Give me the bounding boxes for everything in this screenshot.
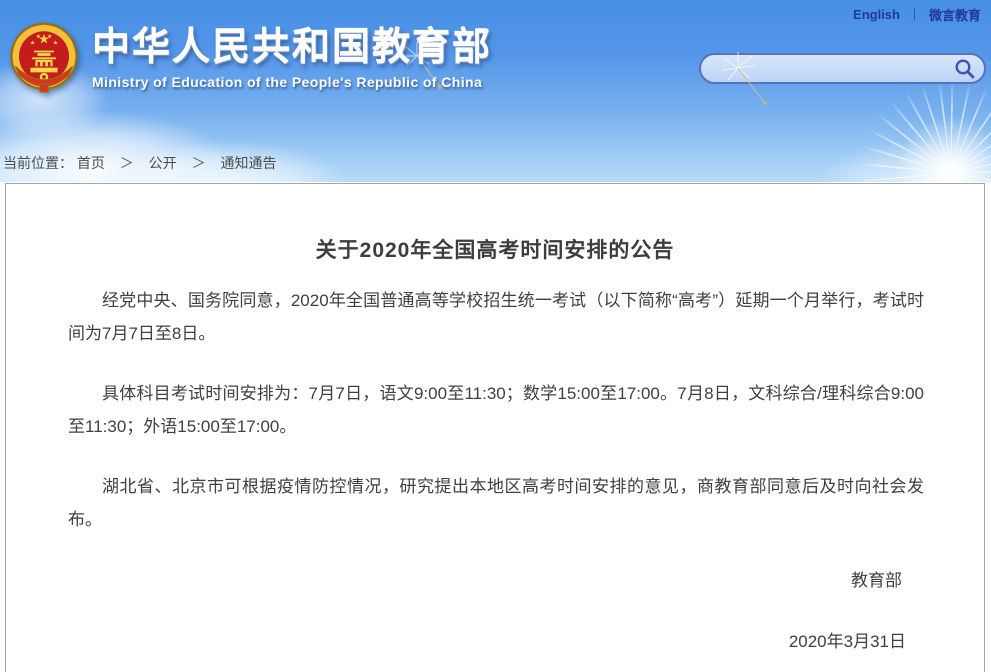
breadcrumb: 当前位置： 首页 ＞ 公开 ＞ 通知通告 <box>3 153 276 173</box>
breadcrumb-separator: ＞ <box>120 155 134 171</box>
article-date: 2020年3月31日 <box>68 625 924 658</box>
article-paragraph-3: 湖北省、北京市可根据疫情防控情况，研究提出本地区高考时间安排的意见，商教育部同意… <box>68 470 924 536</box>
search-button[interactable] <box>952 55 984 82</box>
article-title: 关于2020年全国高考时间安排的公告 <box>6 184 984 264</box>
top-link-english[interactable]: English <box>853 7 900 22</box>
article-panel: 关于2020年全国高考时间安排的公告 经党中央、国务院同意，2020年全国普通高… <box>5 183 985 672</box>
site-title: 中华人民共和国教育部 <box>92 27 492 69</box>
topbar-divider <box>914 8 915 21</box>
breadcrumb-item-tongzhitonggao[interactable]: 通知通告 <box>220 155 276 171</box>
breadcrumb-item-gongkai[interactable]: 公开 <box>149 155 177 171</box>
brand-text: 中华人民共和国教育部 Ministry of Education of the … <box>92 22 492 90</box>
article-body: 经党中央、国务院同意，2020年全国普通高等学校招生统一考试（以下简称“高考”）… <box>68 284 924 658</box>
search-box <box>699 53 986 84</box>
breadcrumb-separator: ＞ <box>192 155 206 171</box>
search-icon <box>954 58 976 80</box>
site-subtitle: Ministry of Education of the People's Re… <box>92 74 492 90</box>
national-emblem-logo <box>8 22 80 102</box>
site-header: English 微言教育 <box>0 0 991 182</box>
top-link-weiyan-jiaoyu[interactable]: 微言教育 <box>929 5 981 24</box>
topbar: English 微言教育 <box>853 5 981 24</box>
article-paragraph-1: 经党中央、国务院同意，2020年全国普通高等学校招生统一考试（以下简称“高考”）… <box>68 284 924 350</box>
breadcrumb-item-home[interactable]: 首页 <box>77 155 105 171</box>
dandelion-decoration <box>856 78 991 182</box>
search-input[interactable] <box>701 55 952 82</box>
article-paragraph-2: 具体科目考试时间安排为：7月7日，语文9:00至11:30；数学15:00至17… <box>68 377 924 443</box>
site-brand: 中华人民共和国教育部 Ministry of Education of the … <box>8 22 492 102</box>
page: English 微言教育 <box>0 0 991 672</box>
article-signature: 教育部 <box>68 564 924 597</box>
breadcrumb-label: 当前位置： <box>3 155 73 171</box>
